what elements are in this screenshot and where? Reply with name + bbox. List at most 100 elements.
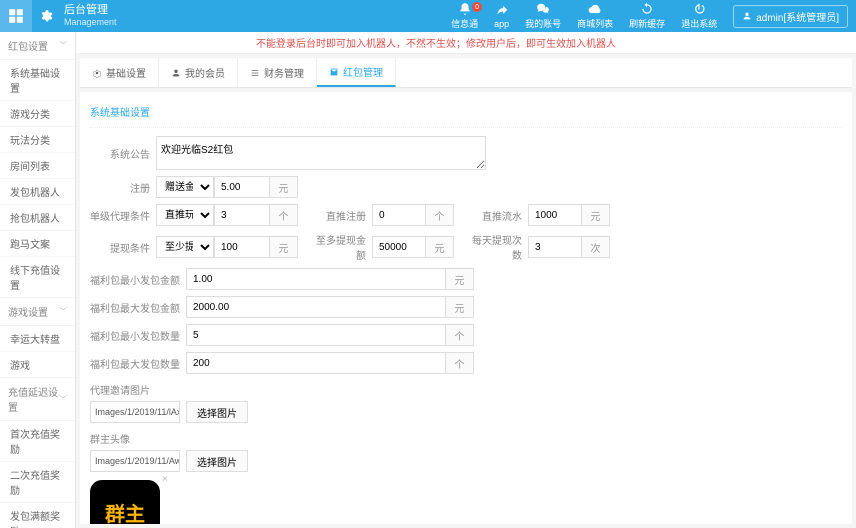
sidebar-item[interactable]: 二次充值奖励	[0, 462, 75, 503]
topnav: 0 信息通 app 我的账号 商城列表 刷新缓存 退出系统 admin[系统管理…	[443, 2, 856, 30]
unit-yuan: 元	[426, 236, 454, 258]
direct-flow-input[interactable]	[528, 204, 582, 226]
notice-textarea[interactable]: 欢迎光临S2红包	[156, 136, 486, 170]
choose-image-button[interactable]: 选择图片	[186, 450, 248, 472]
user-icon	[742, 11, 752, 21]
register-amount-input[interactable]	[214, 176, 270, 198]
nav-logout[interactable]: 退出系统	[673, 2, 725, 30]
sidebar-item[interactable]: 游戏	[0, 352, 75, 378]
chevron-down-icon: ﹀	[59, 40, 67, 51]
nav-messages[interactable]: 0 信息通	[443, 2, 486, 30]
owner-avatar-thumb: 群主	[90, 480, 160, 524]
referral-type-select[interactable]: 直推玩家	[156, 204, 214, 226]
sidebar-group-game[interactable]: 游戏设置﹀	[0, 298, 75, 326]
sidebar-item[interactable]: 系统基础设置	[0, 60, 75, 101]
topbar: 后台管理 Management 0 信息通 app 我的账号 商城列表 刷新缓存…	[0, 0, 856, 32]
brand-title-en: Management	[64, 16, 117, 28]
bell-icon	[458, 2, 472, 16]
choose-image-button[interactable]: 选择图片	[186, 401, 248, 423]
unit-yuan: 元	[446, 296, 474, 318]
sidebar-item[interactable]: 玩法分类	[0, 127, 75, 153]
welfare-min-cnt-label: 福利包最小发包数量	[90, 328, 180, 343]
register-type-select[interactable]: 赠送金额	[156, 176, 214, 198]
unit-ge: 个	[270, 204, 298, 226]
sidebar-group-hongbao[interactable]: 红包设置﹀	[0, 32, 75, 60]
sidebar-item[interactable]: 抢包机器人	[0, 205, 75, 231]
unit-ge: 个	[446, 324, 474, 346]
tab-hongbao[interactable]: 红包管理	[317, 58, 396, 87]
withdraw-cond-label: 提现条件	[90, 240, 150, 255]
logo-icon	[0, 0, 32, 32]
sidebar-group-recharge[interactable]: 充值延迟设置﹀	[0, 378, 75, 421]
tab-member[interactable]: 我的会员	[159, 58, 238, 87]
sidebar-item[interactable]: 首次充值奖励	[0, 421, 75, 462]
chevron-down-icon: ﹀	[59, 394, 67, 405]
withdraw-min-input[interactable]	[214, 236, 270, 258]
proxy-img-title: 代理邀请图片	[90, 382, 842, 397]
owner-avatar-path: Images/1/2019/11/Awl	[90, 450, 180, 472]
nav-mall[interactable]: 商城列表	[569, 2, 621, 30]
panel-title: 系统基础设置	[90, 100, 842, 128]
sidebar-item[interactable]: 游戏分类	[0, 101, 75, 127]
brand-title-cn: 后台管理	[64, 4, 117, 16]
share-icon	[495, 4, 509, 18]
refresh-icon	[640, 2, 654, 16]
envelope-icon	[329, 67, 339, 77]
direct-flow-label: 直推流水	[464, 208, 522, 223]
withdraw-times-label: 每天提现次数	[464, 232, 522, 262]
sidebar-item[interactable]: 跑马文案	[0, 231, 75, 257]
sidebar: 红包设置﹀ 系统基础设置 游戏分类 玩法分类 房间列表 发包机器人 抢包机器人 …	[0, 32, 76, 528]
withdraw-min-select[interactable]: 至少提现金额	[156, 236, 214, 258]
sidebar-item[interactable]: 发包机器人	[0, 179, 75, 205]
welfare-min-cnt-input[interactable]	[186, 324, 446, 346]
unit-ge: 个	[426, 204, 454, 226]
sidebar-item[interactable]: 房间列表	[0, 153, 75, 179]
badge: 0	[472, 2, 482, 12]
notice-label: 系统公告	[90, 146, 150, 161]
main: 不能登录后台时即可加入机器人，不然不生效；修改用户后，即可生效加入机器人 基础设…	[76, 32, 856, 528]
welfare-min-amt-input[interactable]	[186, 268, 446, 290]
welfare-max-cnt-input[interactable]	[186, 352, 446, 374]
welfare-max-amt-input[interactable]	[186, 296, 446, 318]
remove-image-icon[interactable]: ×	[162, 474, 168, 485]
referral-cond-label: 单级代理条件	[90, 208, 150, 223]
withdraw-max-label: 至多提现金额	[308, 232, 366, 262]
nav-app[interactable]: app	[486, 4, 517, 29]
proxy-img-path: Images/1/2019/11/lAxc	[90, 401, 180, 423]
sidebar-item[interactable]: 幸运大转盘	[0, 326, 75, 352]
owner-avatar-title: 群主头像	[90, 431, 842, 446]
unit-yuan: 元	[270, 236, 298, 258]
tabs: 基础设置 我的会员 财务管理 红包管理	[80, 58, 852, 88]
user-icon	[171, 68, 181, 78]
cloud-icon	[588, 2, 602, 16]
register-label: 注册	[90, 180, 150, 195]
unit-yuan: 元	[446, 268, 474, 290]
brand: 后台管理 Management	[64, 4, 117, 28]
direct-bet-label: 直推注册	[308, 208, 366, 223]
panel: 系统基础设置 系统公告 欢迎光临S2红包 注册 赠送金额 元 单级代理条件 直推…	[80, 92, 852, 524]
nav-refresh[interactable]: 刷新缓存	[621, 2, 673, 30]
sidebar-item[interactable]: 发包满额奖励	[0, 503, 75, 528]
unit-yuan: 元	[270, 176, 298, 198]
unit-ci: 次	[582, 236, 610, 258]
tab-finance[interactable]: 财务管理	[238, 58, 317, 87]
power-icon	[692, 2, 706, 16]
welfare-max-amt-label: 福利包最大发包金额	[90, 300, 180, 315]
user-box[interactable]: admin[系统管理员]	[733, 5, 848, 28]
sidebar-item[interactable]: 线下充值设置	[0, 257, 75, 298]
welfare-max-cnt-label: 福利包最大发包数量	[90, 356, 180, 371]
referral-count-input[interactable]	[214, 204, 270, 226]
tab-base[interactable]: 基础设置	[80, 58, 159, 87]
direct-bet-input[interactable]	[372, 204, 426, 226]
unit-yuan: 元	[582, 204, 610, 226]
withdraw-times-input[interactable]	[528, 236, 582, 258]
notice-bar: 不能登录后台时即可加入机器人，不然不生效；修改用户后，即可生效加入机器人	[76, 32, 856, 54]
gear-icon	[92, 68, 102, 78]
wechat-icon	[536, 2, 550, 16]
settings-icon	[32, 0, 60, 32]
withdraw-max-input[interactable]	[372, 236, 426, 258]
nav-account[interactable]: 我的账号	[517, 2, 569, 30]
welfare-min-amt-label: 福利包最小发包金额	[90, 272, 180, 287]
unit-ge: 个	[446, 352, 474, 374]
chevron-down-icon: ﹀	[59, 306, 67, 317]
